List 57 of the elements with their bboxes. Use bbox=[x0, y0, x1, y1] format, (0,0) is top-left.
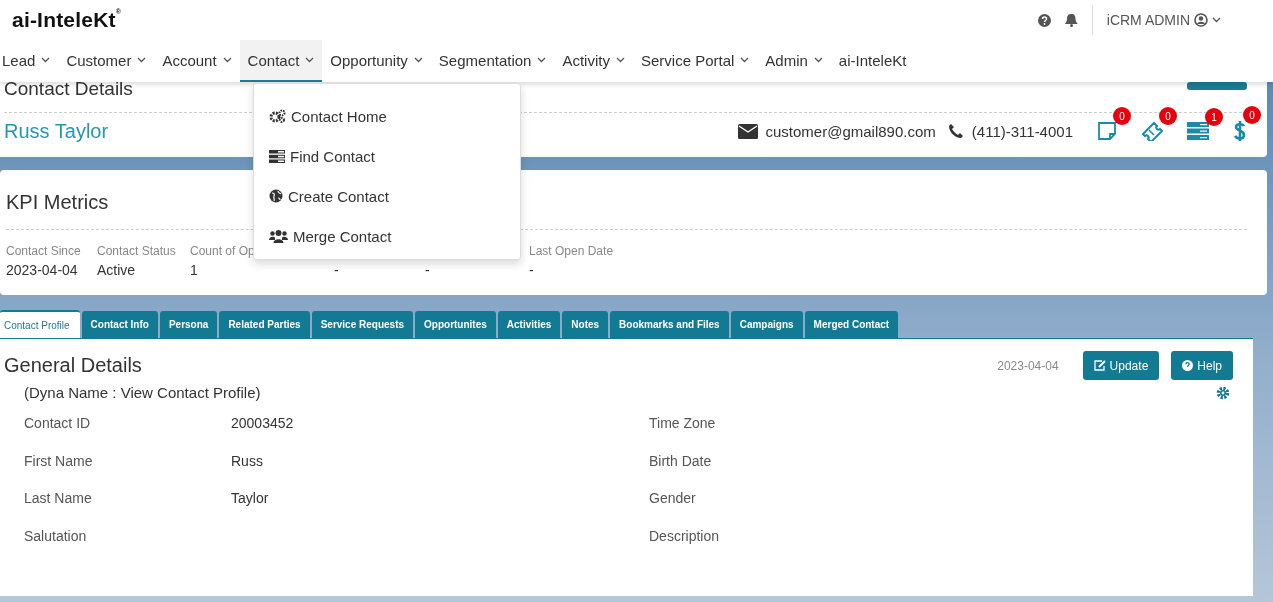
tab[interactable]: Opportunites bbox=[415, 311, 496, 338]
nav-menu-item[interactable]: Account bbox=[154, 40, 240, 82]
field-label: Birth Date bbox=[649, 452, 713, 471]
nav-menu-item[interactable]: ai-InteleKt bbox=[830, 40, 915, 82]
field-label: Description bbox=[649, 527, 721, 546]
count-badge: 0 bbox=[1243, 106, 1261, 124]
metric-value: - bbox=[334, 262, 339, 278]
section-title: General Details bbox=[4, 354, 142, 377]
subtitle-text: (Dyna Name : View Contact Profile) bbox=[24, 384, 261, 401]
tab[interactable]: Persona bbox=[159, 311, 218, 338]
field-value: Russ bbox=[231, 452, 263, 471]
field-value: 20003452 bbox=[231, 415, 294, 433]
nav-menu-item[interactable]: Activity bbox=[554, 40, 633, 82]
tab[interactable]: Bookmarks and Files bbox=[610, 311, 729, 338]
tab[interactable]: Contact Profile bbox=[0, 310, 80, 338]
tab[interactable]: Related Parties bbox=[219, 311, 310, 338]
count-badge: 0 bbox=[1113, 107, 1131, 125]
update-button[interactable]: Update bbox=[1082, 351, 1160, 380]
contact-name: Russ Taylor bbox=[4, 119, 109, 143]
metric-value: 1 bbox=[190, 262, 198, 278]
phone-text[interactable]: (411)-311-4001 bbox=[971, 122, 1073, 140]
menu-item[interactable]: Create Contact bbox=[254, 176, 520, 216]
metric-value: Active bbox=[97, 262, 136, 278]
menu-item[interactable]: Contact Home bbox=[254, 96, 520, 136]
count-badge: 1 bbox=[1205, 108, 1223, 126]
tab[interactable]: Service Requests bbox=[311, 311, 414, 338]
metric-label: Last Open Date bbox=[529, 244, 614, 259]
metric-value: 2023-04-04 bbox=[6, 262, 78, 278]
section-title: KPI Metrics bbox=[6, 191, 109, 215]
field-label: Contact ID bbox=[24, 415, 92, 433]
field-label: Gender bbox=[649, 490, 697, 508]
menu-item[interactable]: Find Contact bbox=[254, 136, 520, 176]
menu-item[interactable]: Merge Contact bbox=[254, 216, 520, 256]
field-value: Taylor bbox=[231, 490, 269, 508]
metric-value: - bbox=[425, 262, 430, 278]
date-text: 2023-04-04 bbox=[997, 358, 1059, 373]
tab[interactable]: Notes bbox=[562, 311, 609, 338]
nav-menu-item[interactable]: Service Portal bbox=[632, 40, 758, 82]
count-badge: 0 bbox=[1159, 107, 1177, 125]
nav-menu-item[interactable]: Segmentation bbox=[430, 40, 555, 82]
email-text[interactable]: customer@gmail890.com bbox=[765, 122, 936, 140]
tab[interactable]: Contact Info bbox=[81, 311, 158, 338]
nav-menu-item[interactable]: Contact bbox=[239, 40, 323, 82]
metric-label: Contact Status bbox=[97, 244, 176, 259]
field-label: Salutation bbox=[24, 527, 88, 546]
nav-menu-item[interactable]: Admin bbox=[757, 40, 831, 82]
field-label: Last Name bbox=[24, 490, 93, 508]
field-label: Time Zone bbox=[649, 415, 717, 433]
user-menu[interactable]: iCRM ADMIN bbox=[1106, 12, 1221, 28]
nav-menu-item[interactable]: Opportunity bbox=[322, 40, 431, 82]
field-label: First Name bbox=[24, 452, 94, 471]
tab[interactable]: Activities bbox=[497, 311, 561, 338]
tab[interactable]: Campaigns bbox=[730, 311, 803, 338]
help-button[interactable]: Help bbox=[1171, 351, 1233, 380]
metric-label: Contact Since bbox=[6, 244, 81, 259]
tab[interactable]: Merged Contact bbox=[804, 311, 899, 338]
metric-value: - bbox=[529, 262, 534, 278]
